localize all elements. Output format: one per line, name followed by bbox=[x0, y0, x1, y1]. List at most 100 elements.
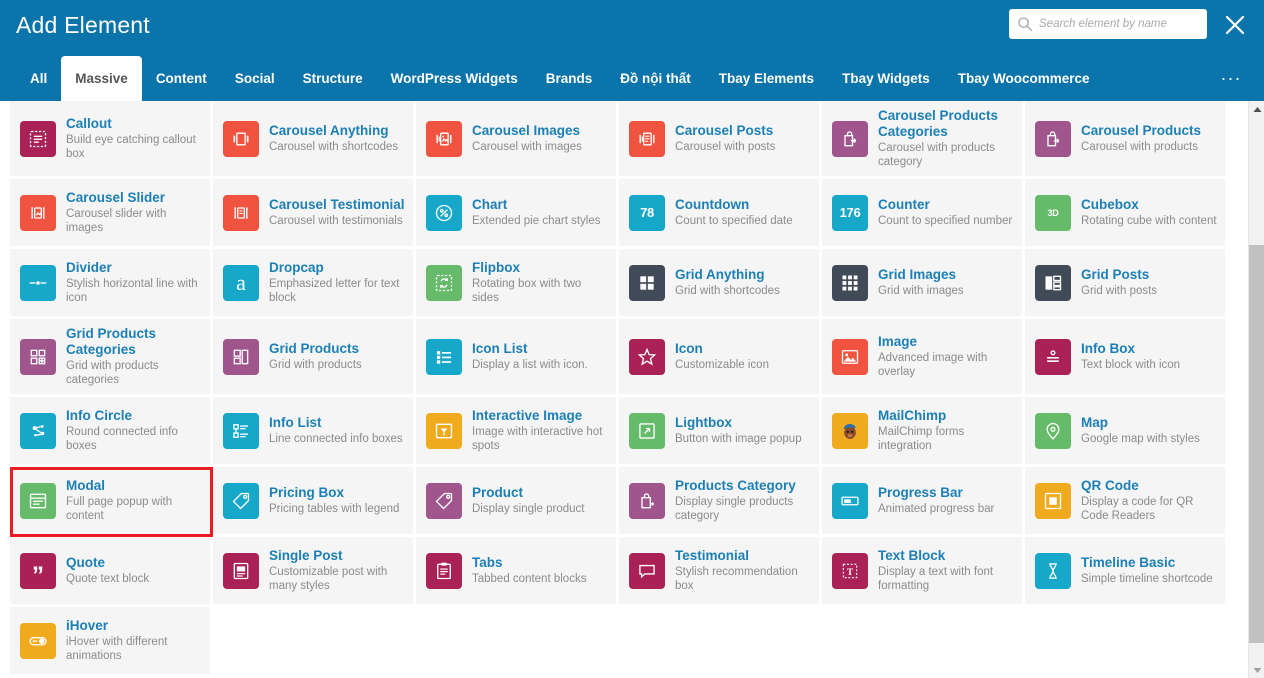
grid-anything-icon bbox=[629, 264, 665, 301]
element-card-description: Carousel slider with images bbox=[66, 208, 167, 234]
element-grid-row: iHover iHover with different animations bbox=[10, 607, 1229, 677]
element-card-carousel-anything[interactable]: Carousel Anything Carousel with shortcode… bbox=[213, 101, 416, 179]
scrollbar-thumb[interactable] bbox=[1249, 245, 1264, 643]
element-card-interactive-image[interactable]: Interactive Image Image with interactive … bbox=[416, 397, 619, 467]
tab-brands[interactable]: Brands bbox=[532, 56, 607, 101]
element-card-grid-anything[interactable]: Grid Anything Grid with shortcodes bbox=[619, 249, 822, 319]
element-card-modal[interactable]: Modal Full page popup with content bbox=[10, 467, 213, 537]
element-card-mailchimp[interactable]: MailChimp MailChimp forms integration bbox=[822, 397, 1025, 467]
flipbox-icon bbox=[426, 264, 462, 301]
element-card-lightbox[interactable]: Lightbox Button with image popup bbox=[619, 397, 822, 467]
tab-all[interactable]: All bbox=[16, 56, 61, 101]
element-card-map[interactable]: Map Google map with styles bbox=[1025, 397, 1228, 467]
close-icon[interactable] bbox=[1220, 10, 1250, 40]
map-pin-icon bbox=[1035, 412, 1071, 449]
tab-structure[interactable]: Structure bbox=[289, 56, 377, 101]
tab-do-noi-that[interactable]: Đồ nội thất bbox=[606, 56, 705, 101]
element-card-carousel-products[interactable]: Carousel Products Carousel with products bbox=[1025, 101, 1228, 179]
element-card-title: Cubebox bbox=[1081, 197, 1139, 212]
element-card-title: Carousel Posts bbox=[675, 123, 774, 138]
element-card-counter[interactable]: 176 Counter Count to specified number bbox=[822, 179, 1025, 249]
tab-tbay-widgets[interactable]: Tbay Widgets bbox=[828, 56, 944, 101]
element-card-progress-bar[interactable]: Progress Bar Animated progress bar bbox=[822, 467, 1025, 537]
tabs-overflow-button[interactable]: ... bbox=[1221, 56, 1242, 101]
element-grid-row: Divider Stylish horizontal line with icon… bbox=[10, 249, 1229, 319]
element-card-carousel-posts[interactable]: Carousel Posts Carousel with posts bbox=[619, 101, 822, 179]
element-grid-row: ” Quote Quote text block Single Post Customi… bbox=[10, 537, 1229, 607]
element-card-text: Countdown Count to specified date bbox=[675, 197, 813, 228]
counter-icon: 176 bbox=[832, 194, 868, 231]
tab-massive[interactable]: Massive bbox=[61, 56, 142, 101]
element-card-carousel-images[interactable]: Carousel Images Carousel with images bbox=[416, 101, 619, 179]
element-card-qr-code[interactable]: QR Code Display a code for QR Code Reader… bbox=[1025, 467, 1228, 537]
tab-wordpress-widgets[interactable]: WordPress Widgets bbox=[377, 56, 532, 101]
element-card-dropcap[interactable]: a Dropcap Emphasized letter for text block bbox=[213, 249, 416, 319]
element-card-description: iHover with different animations bbox=[66, 636, 168, 662]
element-card-timeline-basic[interactable]: Timeline Basic Simple timeline shortcode bbox=[1025, 537, 1228, 607]
element-card-ihover[interactable]: iHover iHover with different animations bbox=[10, 607, 213, 677]
element-card-text: Dropcap Emphasized letter for text block bbox=[269, 260, 407, 305]
grid-posts-icon bbox=[1035, 264, 1071, 301]
element-card-description: Grid with shortcodes bbox=[675, 285, 780, 297]
vertical-scrollbar[interactable] bbox=[1248, 101, 1264, 678]
search-box[interactable] bbox=[1009, 9, 1207, 39]
element-card-divider[interactable]: Divider Stylish horizontal line with icon bbox=[10, 249, 213, 319]
element-card-grid-products[interactable]: Grid Products Grid with products bbox=[213, 319, 416, 397]
interactive-image-icon bbox=[426, 412, 462, 449]
cube-3d-icon: 3D bbox=[1035, 194, 1071, 231]
search-icon bbox=[1017, 16, 1033, 32]
element-card-countdown[interactable]: 78 Countdown Count to specified date bbox=[619, 179, 822, 249]
element-card-carousel-products-categories[interactable]: Carousel Products Categories Carousel wit… bbox=[822, 101, 1025, 179]
element-card-info-circle[interactable]: Info Circle Round connected info boxes bbox=[10, 397, 213, 467]
element-card-title: Tabs bbox=[472, 555, 503, 570]
tab-social[interactable]: Social bbox=[221, 56, 289, 101]
element-card-text: Image Advanced image with overlay bbox=[878, 334, 1016, 379]
element-card-grid-products-categories[interactable]: Grid Products Categories Grid with produc… bbox=[10, 319, 213, 397]
element-card-chart[interactable]: Chart Extended pie chart styles bbox=[416, 179, 619, 249]
element-card-title: Carousel Anything bbox=[269, 123, 389, 138]
element-card-description: Count to specified date bbox=[675, 215, 793, 227]
element-card-testimonial[interactable]: Testimonial Stylish recommendation box bbox=[619, 537, 822, 607]
element-card-pricing-box[interactable]: Pricing Box Pricing tables with legend bbox=[213, 467, 416, 537]
element-card-flipbox[interactable]: Flipbox Rotating box with two sides bbox=[416, 249, 619, 319]
element-card-cubebox[interactable]: 3D Cubebox Rotating cube with content bbox=[1025, 179, 1228, 249]
element-card-image[interactable]: Image Advanced image with overlay bbox=[822, 319, 1025, 397]
element-card-text: Pricing Box Pricing tables with legend bbox=[269, 485, 407, 516]
tab-content[interactable]: Content bbox=[142, 56, 221, 101]
tab-tbay-elements[interactable]: Tbay Elements bbox=[705, 56, 828, 101]
element-card-title: Grid Posts bbox=[1081, 267, 1150, 282]
element-card-carousel-slider[interactable]: Carousel Slider Carousel slider with imag… bbox=[10, 179, 213, 249]
element-card-title: Callout bbox=[66, 116, 112, 131]
element-card-product[interactable]: Product Display single product bbox=[416, 467, 619, 537]
element-card-description: Grid with posts bbox=[1081, 285, 1158, 297]
element-card-icon[interactable]: Icon Customizable icon bbox=[619, 319, 822, 397]
element-card-callout[interactable]: Callout Build eye catching callout box bbox=[10, 101, 213, 179]
bag-arrow-icon bbox=[832, 120, 868, 157]
tab-tbay-woocommerce[interactable]: Tbay Woocommerce bbox=[944, 56, 1104, 101]
bag-arrow-icon bbox=[1035, 120, 1071, 157]
element-card-text: Testimonial Stylish recommendation box bbox=[675, 548, 813, 593]
qr-code-icon bbox=[1035, 482, 1071, 519]
element-card-info-list[interactable]: Info List Line connected info boxes bbox=[213, 397, 416, 467]
element-card-title: Dropcap bbox=[269, 260, 324, 275]
element-card-title: Countdown bbox=[675, 197, 750, 212]
element-card-text-block[interactable]: T Text Block Display a text with font form… bbox=[822, 537, 1025, 607]
element-card-title: QR Code bbox=[1081, 478, 1139, 493]
element-card-grid-posts[interactable]: Grid Posts Grid with posts bbox=[1025, 249, 1228, 319]
element-card-icon-list[interactable]: Icon List Display a list with icon. bbox=[416, 319, 619, 397]
triangle-up-icon[interactable] bbox=[1249, 101, 1264, 117]
element-card-quote[interactable]: ” Quote Quote text block bbox=[10, 537, 213, 607]
element-card-description: Rotating cube with content bbox=[1081, 215, 1217, 227]
search-input[interactable] bbox=[1039, 18, 1199, 30]
element-card-single-post[interactable]: Single Post Customizable post with many s… bbox=[213, 537, 416, 607]
element-card-products-category[interactable]: Products Category Display single products… bbox=[619, 467, 822, 537]
element-card-title: Timeline Basic bbox=[1081, 555, 1176, 570]
element-card-grid-images[interactable]: Grid Images Grid with images bbox=[822, 249, 1025, 319]
element-card-tabs[interactable]: Tabs Tabbed content blocks bbox=[416, 537, 619, 607]
element-card-text: Grid Anything Grid with shortcodes bbox=[675, 267, 813, 298]
mailchimp-monkey-icon bbox=[832, 412, 868, 449]
element-card-info-box[interactable]: Info Box Text block with icon bbox=[1025, 319, 1228, 397]
element-card-carousel-testimonial[interactable]: Carousel Testimonial Carousel with testim… bbox=[213, 179, 416, 249]
triangle-down-icon[interactable] bbox=[1249, 662, 1264, 678]
element-card-title: Product bbox=[472, 485, 524, 500]
